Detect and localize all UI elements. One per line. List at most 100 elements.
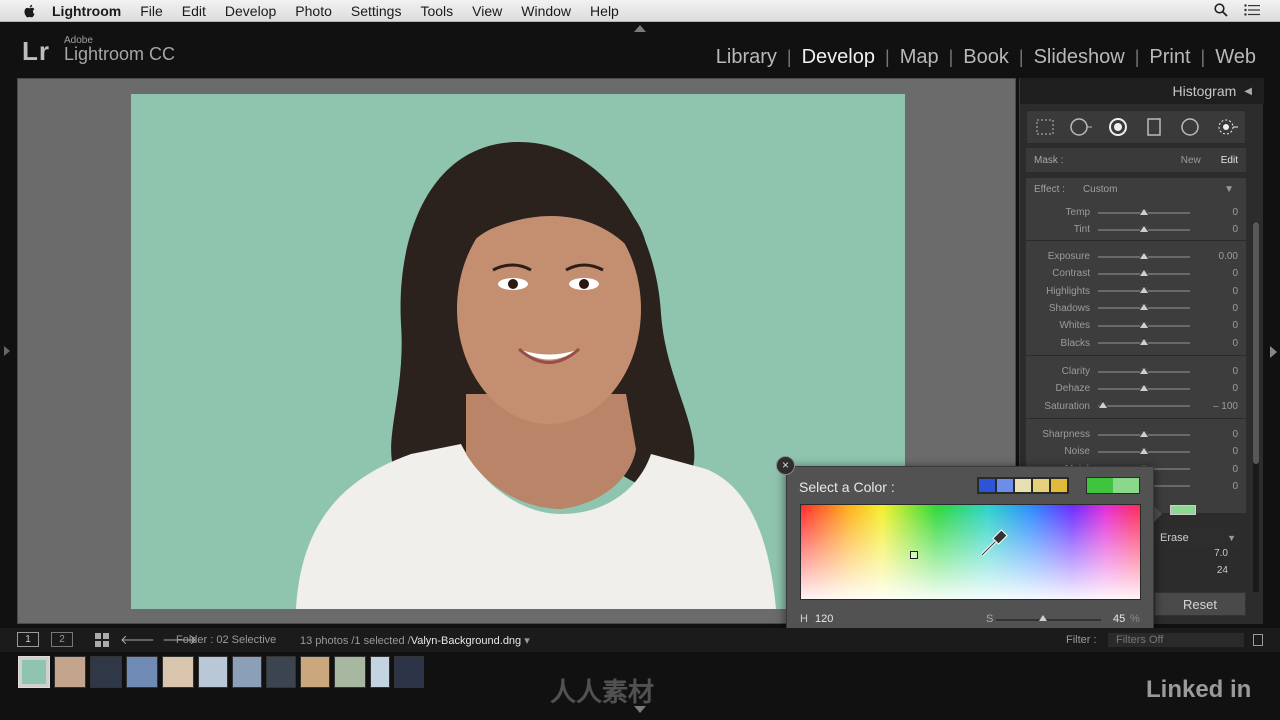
slider-thumb[interactable] — [1140, 224, 1148, 232]
effect-preset-select[interactable]: Custom — [1083, 184, 1117, 195]
filmstrip-thumbnail[interactable] — [232, 656, 262, 688]
slider-row[interactable]: Tint 0 — [1026, 221, 1246, 238]
slider-row[interactable]: Blacks 0 — [1026, 335, 1246, 352]
menu-edit[interactable]: Edit — [182, 3, 206, 19]
right-panel-scrollbar[interactable] — [1253, 222, 1259, 592]
graduated-filter-icon[interactable] — [1143, 116, 1165, 138]
saturation-slider-track[interactable] — [996, 619, 1101, 621]
module-print[interactable]: Print — [1139, 46, 1200, 69]
filmstrip-thumbnail[interactable] — [198, 656, 228, 688]
slider-track[interactable] — [1098, 338, 1190, 345]
menu-lightroom[interactable]: Lightroom — [52, 3, 121, 19]
spot-removal-icon[interactable] — [1070, 116, 1093, 138]
module-develop[interactable]: Develop — [792, 46, 885, 69]
apple-icon[interactable] — [22, 3, 38, 19]
slider-value[interactable]: 0 — [1190, 429, 1238, 440]
slider-row[interactable]: Exposure 0.00 — [1026, 248, 1246, 265]
filmstrip-thumbnail[interactable] — [126, 656, 158, 688]
menu-settings[interactable]: Settings — [351, 3, 402, 19]
slider-row[interactable]: Whites 0 — [1026, 317, 1246, 334]
slider-thumb[interactable] — [1140, 429, 1148, 437]
slider-thumb[interactable] — [1140, 366, 1148, 374]
collapse-filmstrip-icon[interactable] — [634, 706, 646, 713]
color-swatch[interactable] — [1015, 479, 1031, 492]
saturation-value[interactable]: 45 — [1113, 613, 1125, 625]
slider-thumb[interactable] — [1140, 303, 1148, 311]
slider-thumb[interactable] — [1140, 320, 1148, 328]
slider-track[interactable] — [1098, 224, 1190, 232]
slider-row[interactable]: Dehaze 0 — [1026, 380, 1246, 397]
red-eye-icon[interactable] — [1107, 116, 1129, 138]
slider-thumb[interactable] — [1140, 251, 1148, 259]
color-swatch[interactable] — [979, 479, 995, 492]
slider-value[interactable]: 0 — [1190, 320, 1238, 331]
slider-value[interactable]: 0 — [1190, 286, 1238, 297]
selected-filename[interactable]: Valyn-Background.dng — [411, 635, 521, 647]
collapse-right-panel-icon[interactable] — [1270, 346, 1277, 358]
slider-row[interactable]: Shadows 0 — [1026, 300, 1246, 317]
menu-file[interactable]: File — [140, 3, 163, 19]
filmstrip-thumbnail[interactable] — [394, 656, 424, 688]
color-spectrum-field[interactable] — [800, 504, 1141, 600]
slider-track[interactable] — [1098, 366, 1190, 374]
slider-value[interactable]: 0 — [1190, 383, 1238, 394]
slider-value[interactable]: 0 — [1190, 464, 1238, 475]
module-library[interactable]: Library — [706, 46, 787, 69]
scrollbar-thumb[interactable] — [1253, 222, 1259, 464]
picker-close-button[interactable]: × — [776, 456, 795, 475]
slider-thumb[interactable] — [1140, 338, 1148, 345]
slider-value[interactable]: 0 — [1190, 338, 1238, 349]
filmstrip-thumbnail[interactable] — [90, 656, 122, 688]
filmstrip-thumbnail[interactable] — [162, 656, 194, 688]
hue-value[interactable]: 120 — [815, 613, 833, 625]
grid-view-icon[interactable] — [95, 633, 109, 647]
slider-track[interactable] — [1098, 320, 1190, 328]
slider-thumb[interactable] — [1140, 446, 1148, 454]
slider-track[interactable] — [1098, 383, 1190, 391]
slider-track[interactable] — [1098, 251, 1190, 259]
main-screen-button[interactable]: 1 — [17, 632, 39, 647]
slider-row[interactable]: Temp 0 — [1026, 204, 1246, 221]
prev-photo-icon[interactable]: 🡐 — [120, 632, 155, 647]
menu-view[interactable]: View — [472, 3, 502, 19]
radial-filter-icon[interactable] — [1179, 116, 1201, 138]
color-swatch[interactable] — [997, 479, 1013, 492]
slider-value[interactable]: 0 — [1190, 207, 1238, 218]
disclosure-triangle-icon[interactable]: ▼ — [1224, 184, 1234, 195]
module-map[interactable]: Map — [890, 46, 949, 69]
dropdown-arrow-icon[interactable]: ▾ — [524, 635, 530, 647]
histogram-header[interactable]: Histogram ◀ — [1020, 78, 1264, 104]
slider-value[interactable]: 0.00 — [1190, 251, 1238, 262]
mask-edit-button[interactable]: Edit — [1221, 155, 1238, 166]
slider-track[interactable] — [1098, 401, 1190, 409]
slider-value[interactable]: 0 — [1190, 268, 1238, 279]
slider-thumb[interactable] — [1140, 286, 1148, 294]
slider-value[interactable]: – 100 — [1190, 401, 1238, 412]
slider-value[interactable]: 0 — [1190, 303, 1238, 314]
filmstrip-thumbnail[interactable] — [54, 656, 86, 688]
filmstrip-thumbnail[interactable] — [334, 656, 366, 688]
filmstrip-thumbnail[interactable] — [18, 656, 50, 688]
slider-row[interactable]: Noise 0 — [1026, 443, 1246, 460]
slider-track[interactable] — [1098, 303, 1190, 311]
second-screen-button[interactable]: 2 — [51, 632, 73, 647]
slider-thumb[interactable] — [1140, 207, 1148, 215]
crop-tool-icon[interactable] — [1034, 116, 1056, 138]
menu-help[interactable]: Help — [590, 3, 619, 19]
slider-track[interactable] — [1098, 446, 1190, 454]
notification-center-icon[interactable] — [1244, 4, 1260, 16]
slider-row[interactable]: Contrast 0 — [1026, 265, 1246, 282]
slider-row[interactable]: Saturation – 100 — [1026, 398, 1246, 415]
menu-tools[interactable]: Tools — [420, 3, 453, 19]
slider-track[interactable] — [1098, 286, 1190, 294]
slider-row[interactable]: Highlights 0 — [1026, 283, 1246, 300]
slider-track[interactable] — [1098, 429, 1190, 437]
module-slideshow[interactable]: Slideshow — [1024, 46, 1135, 69]
color-target-marker[interactable] — [910, 551, 918, 559]
color-swatch-button[interactable] — [1170, 505, 1196, 515]
slider-track[interactable] — [1098, 268, 1190, 276]
slider-track[interactable] — [1098, 207, 1190, 215]
menu-window[interactable]: Window — [521, 3, 571, 19]
spotlight-search-icon[interactable] — [1214, 3, 1228, 17]
module-web[interactable]: Web — [1205, 46, 1266, 69]
